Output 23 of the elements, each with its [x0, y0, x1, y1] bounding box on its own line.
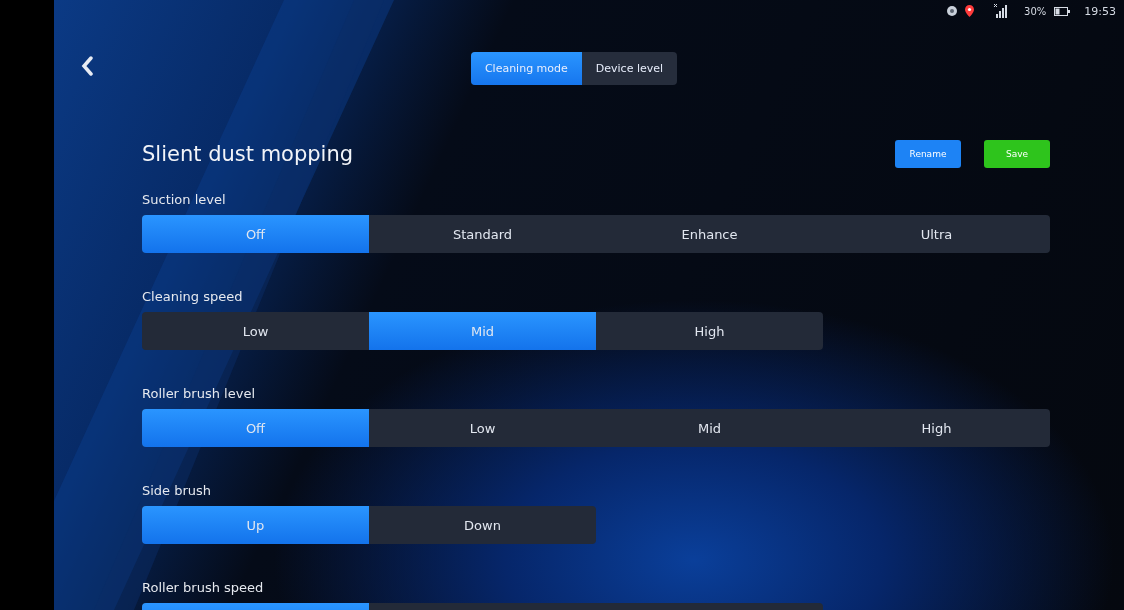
segment-option[interactable]: Ultra [823, 215, 1050, 253]
segment-option[interactable]: Low [369, 409, 596, 447]
setting-label: Side brush [142, 481, 212, 500]
location-icon [965, 5, 975, 17]
battery-percentage: 30% [1024, 5, 1047, 17]
mode-title: Slient dust mopping [142, 142, 354, 166]
mode-tab[interactable]: Device level [581, 52, 678, 85]
clock-time: 19:53 [1084, 4, 1116, 18]
segment-option[interactable]: Enhance [596, 215, 823, 253]
setting-label: Roller brush speed [142, 578, 264, 597]
battery-icon [1054, 6, 1071, 16]
setting-label: Roller brush level [142, 384, 255, 403]
signal-icon [994, 4, 1009, 18]
segment-option[interactable]: Standard [369, 215, 596, 253]
setting-label: Suction level [142, 190, 226, 209]
segment-option[interactable]: High [823, 409, 1050, 447]
segment-option[interactable]: Down [369, 506, 596, 544]
segment-option[interactable]: High [596, 312, 823, 350]
segment-option[interactable]: Low [142, 312, 369, 350]
setting-label: Cleaning speed [142, 287, 243, 306]
rename-button[interactable]: Rename [895, 140, 961, 168]
back-icon[interactable] [81, 56, 93, 76]
segment-option[interactable]: Mid [596, 409, 823, 447]
